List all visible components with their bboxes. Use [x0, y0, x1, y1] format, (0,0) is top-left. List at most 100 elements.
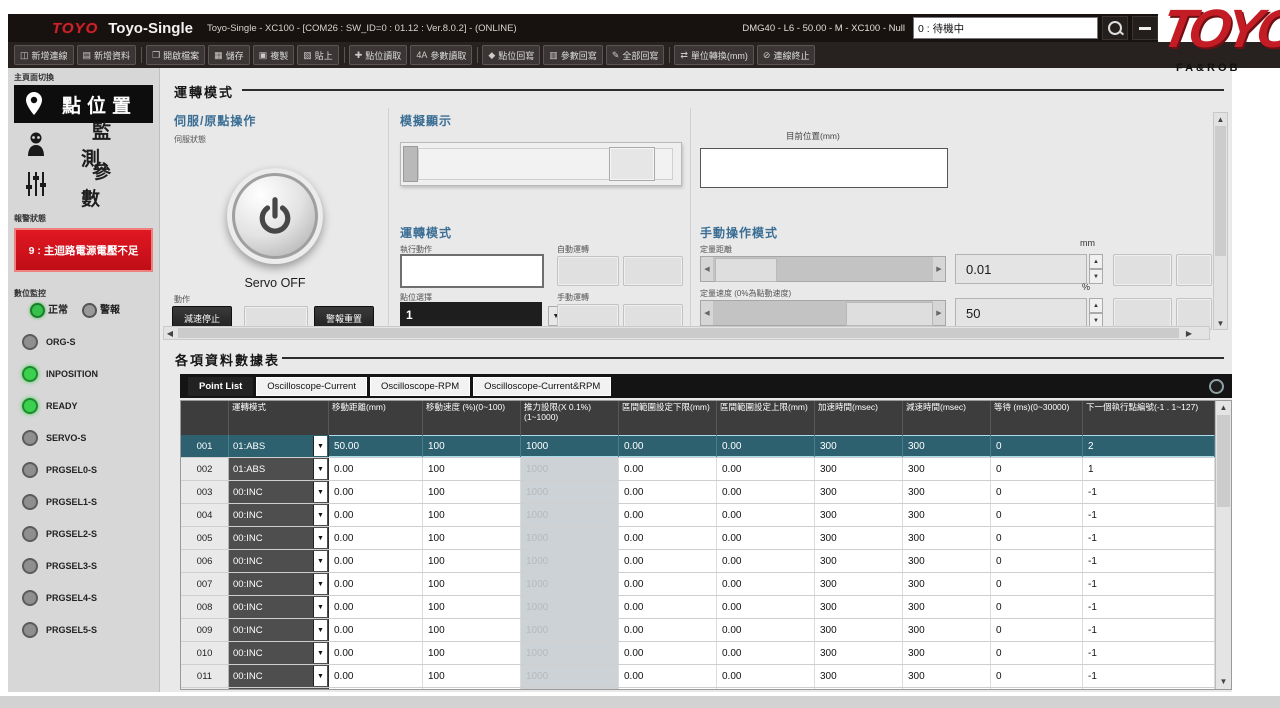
cell-wait[interactable]: 0 — [991, 688, 1083, 690]
toolbar-write-all[interactable]: ✎全部回寫 — [606, 45, 665, 65]
cell-dec[interactable]: 300 — [903, 481, 991, 503]
toolbar-param-write[interactable]: ▥參數回寫 — [543, 45, 603, 65]
scrollbar-thumb[interactable] — [178, 328, 1179, 338]
cell-mode[interactable]: 00:INC▼ — [229, 481, 329, 503]
toolbar-unit-convert[interactable]: ⇄單位轉換(mm) — [674, 45, 754, 65]
cell-dist[interactable]: 0.00 — [329, 527, 423, 549]
cell-high[interactable]: 0.00 — [717, 481, 815, 503]
state-normal[interactable]: 正常 — [30, 301, 68, 318]
scrollbar-thumb[interactable] — [1217, 415, 1230, 507]
row-number-cell[interactable]: 007 — [181, 573, 229, 595]
cell-next[interactable]: -1 — [1083, 550, 1215, 572]
toolbar-open-file[interactable]: ❒開啟檔案 — [146, 45, 205, 65]
cell-high[interactable]: 0.00 — [717, 642, 815, 664]
cell-high[interactable]: 0.00 — [717, 596, 815, 618]
panel-vertical-scrollbar[interactable]: ▲ ▼ — [1213, 112, 1228, 330]
cell-speed[interactable]: 100 — [423, 435, 521, 457]
auto-run-button-2[interactable] — [623, 256, 683, 286]
dropdown-arrow-icon[interactable]: ▼ — [313, 551, 327, 571]
cell-next[interactable]: -1 — [1083, 665, 1215, 687]
cell-next[interactable]: -1 — [1083, 619, 1215, 641]
cell-speed[interactable]: 100 — [423, 619, 521, 641]
cell-wait[interactable]: 0 — [991, 550, 1083, 572]
cell-speed[interactable]: 100 — [423, 573, 521, 595]
cell-speed[interactable]: 100 — [423, 458, 521, 480]
row-number-cell[interactable]: 006 — [181, 550, 229, 572]
cell-low[interactable]: 0.00 — [619, 481, 717, 503]
cell-acc[interactable]: 300 — [815, 573, 903, 595]
cell-push[interactable]: 1000 — [521, 504, 619, 526]
cell-mode[interactable]: 00:INC▼ — [229, 527, 329, 549]
cell-dist[interactable]: 50.00 — [329, 435, 423, 457]
cell-push[interactable]: 1000 — [521, 458, 619, 480]
cell-push[interactable]: 1000 — [521, 481, 619, 503]
toolbar-new-data[interactable]: ▤新增資料 — [77, 45, 137, 65]
cell-speed[interactable]: 100 — [423, 665, 521, 687]
cell-push[interactable]: 1000 — [521, 596, 619, 618]
cell-wait[interactable]: 0 — [991, 619, 1083, 641]
cell-speed[interactable]: 100 — [423, 596, 521, 618]
cell-low[interactable]: 0.00 — [619, 642, 717, 664]
controller-status-input[interactable] — [913, 17, 1098, 39]
tab-oscilloscope-current-rpm[interactable]: Oscilloscope-Current&RPM — [473, 377, 611, 396]
cell-next[interactable]: 1 — [1083, 458, 1215, 480]
cell-next[interactable]: 2 — [1083, 435, 1215, 457]
servo-power-button[interactable] — [227, 168, 323, 264]
stepper-up-icon[interactable]: ▲ — [1089, 254, 1103, 269]
cell-low[interactable]: 0.00 — [619, 596, 717, 618]
cell-push[interactable]: 1000 — [521, 619, 619, 641]
cell-mode[interactable]: 00:INC▼ — [229, 504, 329, 526]
cell-low[interactable]: 0.00 — [619, 504, 717, 526]
cell-mode[interactable]: 00:INC▼ — [229, 573, 329, 595]
cell-dec[interactable]: 300 — [903, 688, 991, 690]
cell-high[interactable]: 0.00 — [717, 550, 815, 572]
state-alarm[interactable]: 警報 — [82, 301, 120, 318]
cell-mode[interactable]: 00:INC▼ — [229, 665, 329, 687]
dropdown-arrow-icon[interactable]: ▼ — [313, 436, 327, 456]
cell-mode[interactable]: 00:INC▼ — [229, 688, 329, 690]
jog-speed-stepper[interactable]: ▲▼ — [1089, 298, 1103, 328]
dropdown-arrow-icon[interactable]: ▼ — [313, 620, 327, 640]
cell-dist[interactable]: 0.00 — [329, 458, 423, 480]
toolbar-disconnect[interactable]: ⊘連線終止 — [757, 45, 816, 65]
toolbar-paste[interactable]: ▧貼上 — [297, 45, 339, 65]
dropdown-arrow-icon[interactable]: ▼ — [313, 666, 327, 686]
cell-acc[interactable]: 300 — [815, 642, 903, 664]
cell-dist[interactable]: 0.00 — [329, 665, 423, 687]
cell-push[interactable]: 1000 — [521, 550, 619, 572]
cell-dec[interactable]: 300 — [903, 435, 991, 457]
cell-low[interactable]: 0.00 — [619, 573, 717, 595]
scroll-down-icon[interactable]: ▼ — [1214, 317, 1227, 329]
dropdown-arrow-icon[interactable]: ▼ — [313, 482, 327, 502]
cell-dec[interactable]: 300 — [903, 596, 991, 618]
jog-distance-slider[interactable]: ◀ ▶ — [700, 256, 946, 282]
cell-speed[interactable]: 100 — [423, 527, 521, 549]
cell-wait[interactable]: 0 — [991, 642, 1083, 664]
tab-oscilloscope-current[interactable]: Oscilloscope-Current — [256, 377, 367, 396]
jog-plus-button[interactable] — [1176, 254, 1212, 286]
cell-dist[interactable]: 0.00 — [329, 504, 423, 526]
cell-acc[interactable]: 300 — [815, 665, 903, 687]
minimize-button[interactable] — [1132, 16, 1158, 40]
toolbar-save[interactable]: ▦儲存 — [208, 45, 250, 65]
toolbar-copy[interactable]: ▣複製 — [253, 45, 295, 65]
cell-acc[interactable]: 300 — [815, 619, 903, 641]
cell-high[interactable]: 0.00 — [717, 665, 815, 687]
cell-acc[interactable]: 300 — [815, 688, 903, 690]
cell-mode[interactable]: 00:INC▼ — [229, 619, 329, 641]
dropdown-arrow-icon[interactable]: ▼ — [313, 597, 327, 617]
cell-wait[interactable]: 0 — [991, 527, 1083, 549]
cell-next[interactable]: -1 — [1083, 504, 1215, 526]
cell-high[interactable]: 0.00 — [717, 619, 815, 641]
cell-low[interactable]: 0.00 — [619, 435, 717, 457]
cell-mode[interactable]: 01:ABS▼ — [229, 435, 329, 457]
cell-mode[interactable]: 00:INC▼ — [229, 642, 329, 664]
cell-dist[interactable]: 0.00 — [329, 688, 423, 690]
row-number-cell[interactable]: 012 — [181, 688, 229, 690]
row-number-cell[interactable]: 002 — [181, 458, 229, 480]
stepper-down-icon[interactable]: ▼ — [1089, 269, 1103, 284]
scroll-right-icon[interactable]: ▶ — [1183, 327, 1195, 339]
search-button[interactable] — [1102, 16, 1128, 40]
cell-push[interactable]: 1000 — [521, 435, 619, 457]
cell-low[interactable]: 0.00 — [619, 550, 717, 572]
